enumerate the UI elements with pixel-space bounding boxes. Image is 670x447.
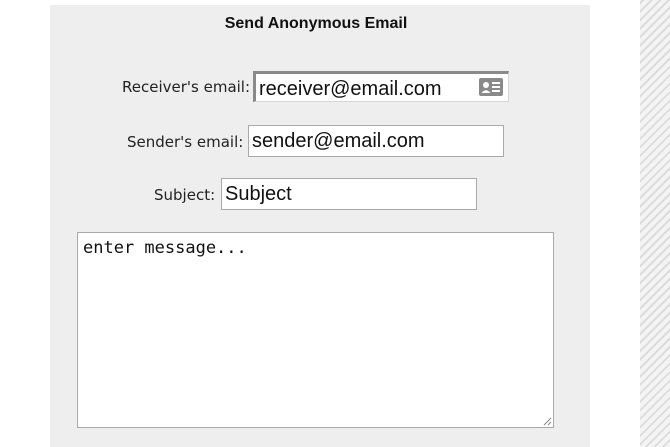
receiver-email-input[interactable]: receiver@email.com	[253, 71, 509, 102]
receiver-email-label: Receiver's email:	[122, 78, 251, 96]
message-text: enter message...	[83, 238, 247, 258]
subject-input[interactable]: Subject	[221, 178, 477, 210]
message-textarea[interactable]: enter message...	[77, 232, 554, 428]
resize-grip-icon[interactable]	[542, 416, 552, 426]
sender-email-input[interactable]: sender@email.com	[248, 125, 504, 157]
contact-card-icon[interactable]	[479, 78, 503, 96]
sender-email-label: Sender's email:	[127, 133, 244, 151]
page: Send Anonymous Email Receiver's email: r…	[0, 0, 670, 447]
subject-label: Subject:	[154, 186, 216, 204]
decorative-side-stripe	[640, 0, 670, 447]
email-form-panel: Send Anonymous Email Receiver's email: r…	[50, 5, 590, 447]
form-title: Send Anonymous Email	[224, 15, 408, 32]
receiver-email-value: receiver@email.com	[259, 78, 442, 100]
